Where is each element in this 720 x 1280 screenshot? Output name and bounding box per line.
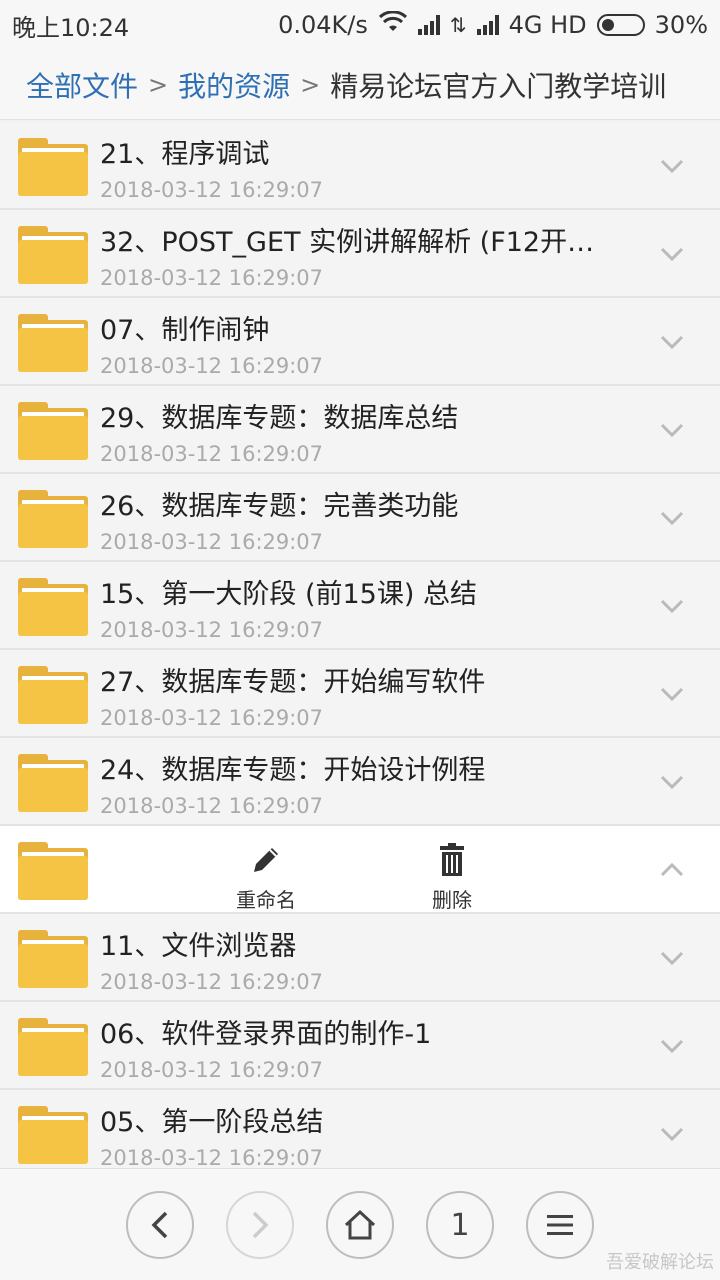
file-date: 2018-03-12 16:29:07 xyxy=(100,794,324,818)
rename-label: 重命名 xyxy=(236,888,296,912)
breadcrumb-separator: > xyxy=(300,70,321,99)
back-button[interactable] xyxy=(126,1191,194,1259)
chevron-down-icon[interactable] xyxy=(660,418,684,442)
file-name: 21、程序调试 xyxy=(100,139,270,170)
folder-icon xyxy=(18,1106,88,1164)
file-row[interactable]: 05、第一阶段总结 2018-03-12 16:29:07 xyxy=(0,1090,720,1168)
breadcrumb-separator: > xyxy=(148,70,169,99)
signal-icon xyxy=(417,15,440,35)
file-date: 2018-03-12 16:29:07 xyxy=(100,178,324,202)
chevron-up-icon[interactable] xyxy=(660,858,684,882)
file-date: 2018-03-12 16:29:07 xyxy=(100,266,324,290)
wifi-icon xyxy=(378,10,408,39)
battery-level: 30% xyxy=(654,11,708,39)
network-type: 4G HD xyxy=(508,11,587,39)
file-row[interactable]: 15、第一大阶段 (前15课) 总结 2018-03-12 16:29:07 xyxy=(0,562,720,650)
file-name: 27、数据库专题：开始编写软件 xyxy=(100,667,486,698)
trash-icon xyxy=(440,843,464,876)
tab-count-button[interactable]: 1 xyxy=(426,1191,494,1259)
breadcrumb: 全部文件 > 我的资源 > 精易论坛官方入门教学培训 xyxy=(0,50,720,120)
file-row[interactable]: 07、制作闹钟 2018-03-12 16:29:07 xyxy=(0,298,720,386)
file-row[interactable]: 29、数据库专题：数据库总结 2018-03-12 16:29:07 xyxy=(0,386,720,474)
file-date: 2018-03-12 16:29:07 xyxy=(100,970,324,994)
file-name: 29、数据库专题：数据库总结 xyxy=(100,403,459,434)
file-name: 06、软件登录界面的制作-1 xyxy=(100,1019,432,1050)
chevron-right-icon xyxy=(252,1211,269,1239)
chevron-down-icon[interactable] xyxy=(660,154,684,178)
chevron-down-icon[interactable] xyxy=(660,1122,684,1146)
chevron-left-icon xyxy=(151,1211,168,1239)
folder-icon xyxy=(18,402,88,460)
rename-button[interactable]: 重命名 xyxy=(216,842,316,913)
watermark: 吾爱破解论坛 xyxy=(606,1252,714,1273)
folder-icon xyxy=(18,490,88,548)
chevron-down-icon[interactable] xyxy=(660,1034,684,1058)
file-row[interactable]: 24、数据库专题：开始设计例程 2018-03-12 16:29:07 xyxy=(0,738,720,826)
menu-button[interactable] xyxy=(526,1191,594,1259)
chevron-down-icon[interactable] xyxy=(660,770,684,794)
file-date: 2018-03-12 16:29:07 xyxy=(100,1058,324,1082)
breadcrumb-root[interactable]: 全部文件 xyxy=(26,65,138,105)
chevron-down-icon[interactable] xyxy=(660,506,684,530)
file-row[interactable]: 32、POST_GET 实例讲解解析 (F12开… 2018-03-12 16:… xyxy=(0,210,720,298)
file-name: 05、第一阶段总结 xyxy=(100,1107,324,1138)
folder-icon xyxy=(18,226,88,284)
file-row[interactable]: 06、软件登录界面的制作-1 2018-03-12 16:29:07 xyxy=(0,1002,720,1090)
screen: 晚上10:24 0.04K/s ⇅ 4G HD 30% 全部文件 > 我的资源 … xyxy=(0,0,720,1280)
chevron-down-icon[interactable] xyxy=(660,682,684,706)
file-name: 24、数据库专题：开始设计例程 xyxy=(100,755,486,786)
home-button[interactable] xyxy=(326,1191,394,1259)
folder-icon xyxy=(18,314,88,372)
file-date: 2018-03-12 16:29:07 xyxy=(100,354,324,378)
home-icon xyxy=(344,1209,376,1240)
tab-count: 1 xyxy=(450,1207,470,1243)
folder-icon xyxy=(18,930,88,988)
chevron-down-icon[interactable] xyxy=(660,330,684,354)
file-name: 07、制作闹钟 xyxy=(100,315,270,346)
chevron-down-icon[interactable] xyxy=(660,946,684,970)
file-date: 2018-03-12 16:29:07 xyxy=(100,618,324,642)
file-date: 2018-03-12 16:29:07 xyxy=(100,706,324,730)
folder-icon xyxy=(18,754,88,812)
file-name: 15、第一大阶段 (前15课) 总结 xyxy=(100,579,477,610)
file-name: 32、POST_GET 实例讲解解析 (F12开… xyxy=(100,227,595,258)
file-row[interactable]: 26、数据库专题：完善类功能 2018-03-12 16:29:07 xyxy=(0,474,720,562)
menu-icon xyxy=(547,1215,573,1235)
file-row[interactable]: 27、数据库专题：开始编写软件 2018-03-12 16:29:07 xyxy=(0,650,720,738)
file-date: 2018-03-12 16:29:07 xyxy=(100,530,324,554)
file-name: 26、数据库专题：完善类功能 xyxy=(100,491,459,522)
delete-button[interactable]: 删除 xyxy=(402,842,502,913)
folder-icon xyxy=(18,666,88,724)
file-row-expanded: 重命名 删除 xyxy=(0,826,720,914)
file-name: 11、文件浏览器 xyxy=(100,931,297,962)
file-row[interactable]: 21、程序调试 2018-03-12 16:29:07 xyxy=(0,122,720,210)
data-transfer-icon: ⇅ xyxy=(449,13,467,37)
pencil-icon xyxy=(254,848,278,872)
chevron-down-icon[interactable] xyxy=(660,242,684,266)
file-list: 21、程序调试 2018-03-12 16:29:07 32、POST_GET … xyxy=(0,122,720,1168)
chevron-down-icon[interactable] xyxy=(660,594,684,618)
network-speed: 0.04K/s xyxy=(278,11,368,39)
delete-label: 删除 xyxy=(432,888,472,912)
breadcrumb-current: 精易论坛官方入门教学培训 xyxy=(330,69,667,103)
file-row[interactable]: 11、文件浏览器 2018-03-12 16:29:07 xyxy=(0,914,720,1002)
folder-icon xyxy=(18,578,88,636)
file-date: 2018-03-12 16:29:07 xyxy=(100,1146,324,1168)
signal-icon-2 xyxy=(476,15,499,35)
status-time: 晚上10:24 xyxy=(12,13,130,42)
folder-icon xyxy=(18,1018,88,1076)
bottom-nav: 1 吾爱破解论坛 xyxy=(0,1168,720,1280)
file-date: 2018-03-12 16:29:07 xyxy=(100,442,324,466)
folder-icon xyxy=(18,842,88,900)
breadcrumb-parent[interactable]: 我的资源 xyxy=(178,65,290,105)
status-bar: 晚上10:24 0.04K/s ⇅ 4G HD 30% xyxy=(0,0,720,50)
folder-icon xyxy=(18,138,88,196)
status-right: 0.04K/s ⇅ 4G HD 30% xyxy=(278,10,708,39)
battery-icon xyxy=(596,14,645,36)
forward-button[interactable] xyxy=(226,1191,294,1259)
